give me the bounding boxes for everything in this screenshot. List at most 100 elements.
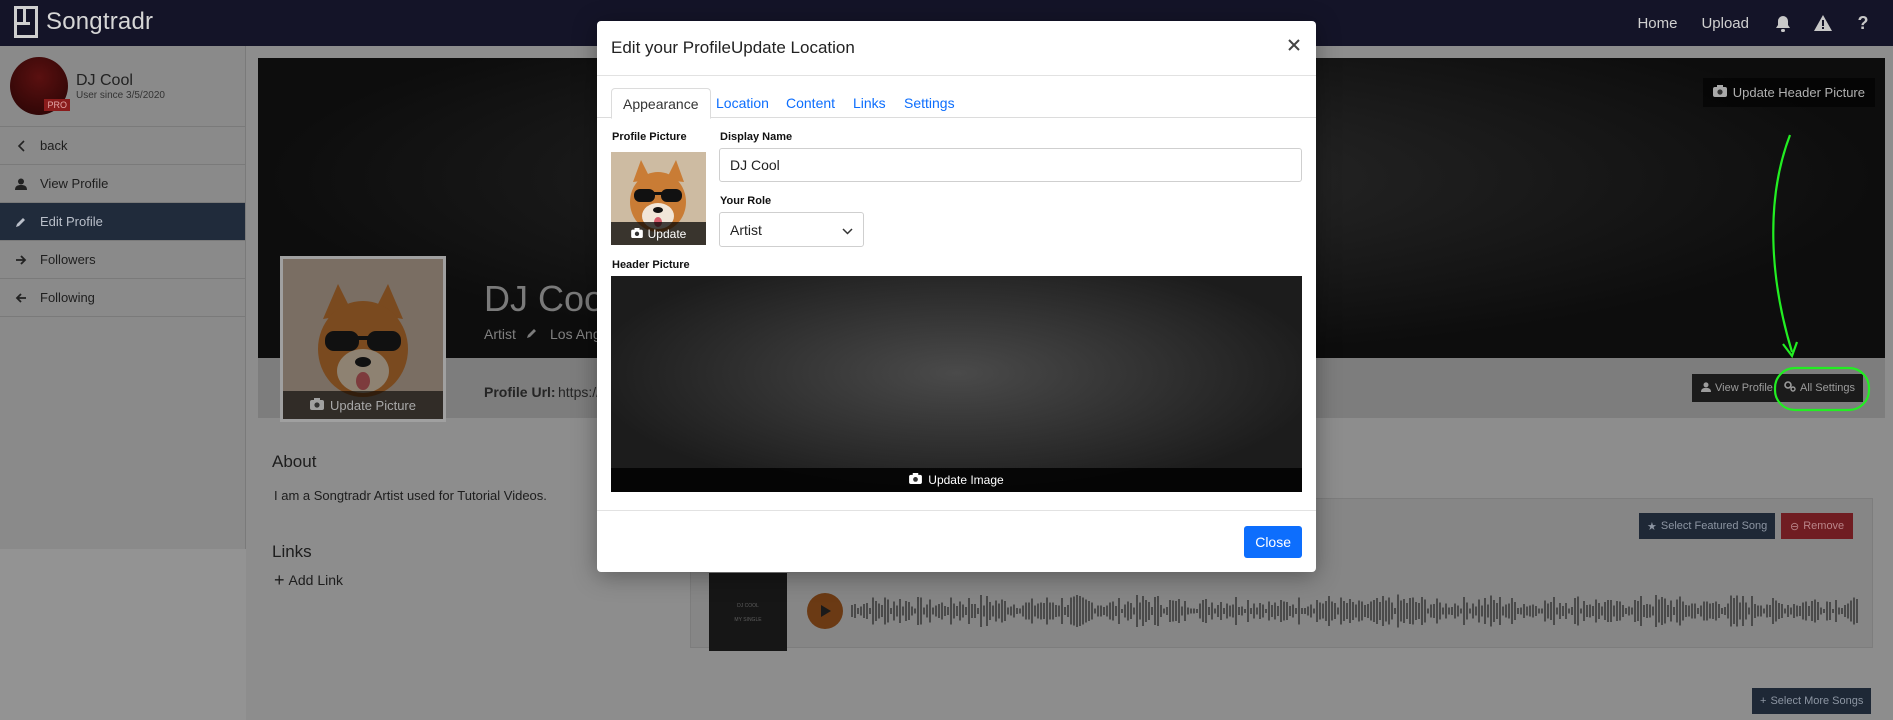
remove-button[interactable]: ⊖ Remove bbox=[1781, 513, 1854, 539]
update-picture-button[interactable]: Update Picture bbox=[283, 391, 443, 419]
waveform-bar bbox=[1187, 607, 1189, 615]
display-name-input[interactable] bbox=[719, 148, 1302, 182]
bell-icon[interactable] bbox=[1773, 13, 1793, 33]
profile-picture[interactable]: Update Picture bbox=[280, 256, 446, 422]
tab-location[interactable]: Location bbox=[705, 88, 780, 118]
waveform-bar bbox=[1514, 602, 1516, 620]
waveform-bar bbox=[1361, 601, 1363, 621]
waveform-bar bbox=[1145, 600, 1147, 622]
waveform-bar bbox=[1616, 601, 1618, 621]
pencil-icon[interactable] bbox=[526, 326, 538, 342]
waveform-bar bbox=[1037, 603, 1039, 619]
avatar[interactable]: PRO bbox=[10, 57, 70, 115]
arrow-left-icon bbox=[14, 292, 28, 304]
waveform-bar bbox=[1430, 604, 1432, 618]
waveform-bar bbox=[1493, 600, 1495, 622]
waveform-bar bbox=[1709, 603, 1711, 619]
sidebar-item-back[interactable]: back bbox=[0, 127, 245, 165]
waveform-bar bbox=[1463, 597, 1465, 625]
waveform-bar bbox=[1751, 596, 1753, 626]
update-profile-picture-button[interactable]: Update bbox=[611, 222, 706, 245]
waveform-bar bbox=[1070, 597, 1072, 625]
tab-appearance[interactable]: Appearance bbox=[611, 88, 711, 119]
waveform-bar bbox=[1628, 606, 1630, 616]
waveform-bar bbox=[1676, 599, 1678, 623]
waveform-bar bbox=[1205, 599, 1207, 623]
nav-home[interactable]: Home bbox=[1637, 15, 1677, 32]
sidebar-item-label: Edit Profile bbox=[40, 214, 103, 229]
waveform-bar bbox=[1760, 605, 1762, 617]
select-more-songs-button[interactable]: + Select More Songs bbox=[1752, 688, 1872, 714]
waveform-bar bbox=[1778, 603, 1780, 619]
update-image-button[interactable]: Update Image bbox=[611, 468, 1302, 492]
waveform-bar bbox=[1049, 602, 1051, 620]
all-settings-button[interactable]: All Settings bbox=[1776, 374, 1864, 402]
waveform-bar bbox=[1442, 607, 1444, 615]
view-profile-button[interactable]: View Profile bbox=[1692, 374, 1782, 402]
play-button[interactable] bbox=[807, 593, 843, 629]
tab-links[interactable]: Links bbox=[842, 88, 897, 118]
waveform-bar bbox=[1517, 608, 1519, 614]
waveform-bar bbox=[989, 602, 991, 620]
close-button[interactable]: Close bbox=[1244, 526, 1302, 558]
waveform-bar bbox=[1511, 598, 1513, 624]
waveform-bar bbox=[1286, 602, 1288, 620]
waveform-bar bbox=[1166, 607, 1168, 615]
waveform-bar bbox=[1625, 608, 1627, 614]
waveform-bar bbox=[1622, 605, 1624, 617]
sidebar-item-followers[interactable]: Followers bbox=[0, 241, 245, 279]
sidebar-item-following[interactable]: Following bbox=[0, 279, 245, 317]
waveform-bar bbox=[1721, 608, 1723, 614]
waveform-bar bbox=[1175, 601, 1177, 621]
waveform-bar bbox=[1169, 600, 1171, 622]
select-featured-song-button[interactable]: ★ Select Featured Song bbox=[1639, 513, 1776, 539]
waveform-bar bbox=[935, 605, 937, 617]
help-icon[interactable]: ? bbox=[1853, 13, 1873, 33]
waveform-bar bbox=[923, 607, 925, 615]
camera-icon bbox=[909, 473, 923, 487]
update-header-picture-label: Update Header Picture bbox=[1732, 85, 1865, 100]
waveform-bar bbox=[1754, 604, 1756, 618]
songtradr-logo-icon bbox=[14, 6, 38, 38]
waveform-bar bbox=[926, 604, 928, 618]
modal-footer: Close bbox=[597, 510, 1316, 572]
role-select[interactable]: Artist bbox=[719, 212, 864, 247]
sidebar-item-view-profile[interactable]: View Profile bbox=[0, 165, 245, 203]
waveform-bar bbox=[1028, 602, 1030, 620]
waveform-bar bbox=[1448, 607, 1450, 615]
tab-settings[interactable]: Settings bbox=[893, 88, 966, 118]
waveform-bar bbox=[983, 605, 985, 617]
waveform-bar bbox=[1820, 607, 1822, 615]
sidebar-item-edit-profile[interactable]: Edit Profile bbox=[0, 203, 245, 241]
waveform-bar bbox=[1346, 603, 1348, 619]
waveform-bar bbox=[968, 598, 970, 624]
waveform-bar bbox=[986, 596, 988, 626]
user-since: User since 3/5/2020 bbox=[76, 89, 165, 101]
waveform-bar bbox=[1202, 600, 1204, 622]
add-link-button[interactable]: + Add Link bbox=[274, 571, 343, 589]
waveform-bar bbox=[1367, 604, 1369, 618]
waveform-bar bbox=[1427, 608, 1429, 614]
warning-icon[interactable] bbox=[1813, 13, 1833, 33]
waveform-bar bbox=[1097, 605, 1099, 617]
waveform-bar bbox=[1373, 600, 1375, 622]
waveform-bar bbox=[1058, 605, 1060, 617]
close-icon[interactable] bbox=[1284, 35, 1304, 55]
waveform-bar bbox=[1478, 599, 1480, 623]
waveform-bar bbox=[1640, 596, 1642, 626]
waveform-bar bbox=[1253, 603, 1255, 619]
waveform-bar bbox=[914, 608, 916, 614]
waveform-bar bbox=[1115, 606, 1117, 616]
update-header-picture-button[interactable]: Update Header Picture bbox=[1702, 78, 1875, 107]
waveform-bar bbox=[1439, 602, 1441, 620]
tab-content[interactable]: Content bbox=[775, 88, 846, 118]
waveform-bar bbox=[1841, 608, 1843, 614]
waveform-bar bbox=[1526, 606, 1528, 616]
nav-upload[interactable]: Upload bbox=[1701, 15, 1749, 32]
waveform-bar bbox=[1316, 600, 1318, 622]
waveform-bar bbox=[1223, 608, 1225, 614]
brand-logo[interactable]: Songtradr bbox=[14, 6, 153, 38]
waveform-bar bbox=[1574, 598, 1576, 624]
waveform-bar bbox=[1280, 600, 1282, 622]
audio-waveform[interactable] bbox=[851, 589, 1861, 633]
